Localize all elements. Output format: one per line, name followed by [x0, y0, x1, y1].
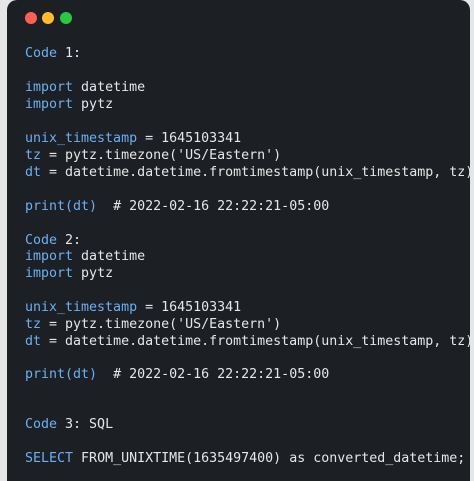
import-datetime-1: import datetime — [25, 79, 145, 96]
minimize-window-button[interactable] — [42, 12, 54, 24]
code-text: = pytz.timezone('US/Eastern') — [41, 148, 282, 163]
code-text: datetime — [73, 249, 146, 264]
code-2-heading: Code 2: — [25, 232, 81, 249]
keyword-token: print(dt) — [25, 199, 98, 214]
import-pytz-1: import pytz — [25, 96, 113, 113]
title-bar — [7, 0, 470, 38]
code-text: 3: SQL — [57, 417, 114, 432]
tz-1: tz = pytz.timezone('US/Eastern') — [25, 147, 281, 164]
dt-2: dt = datetime.datetime.fromtimestamp(uni… — [25, 333, 470, 350]
code-text: = datetime.datetime.fromtimestamp(unix_t… — [41, 165, 470, 180]
code-text: # 2022-02-16 22:22:21-05:00 — [97, 367, 330, 382]
dt-1: dt = datetime.datetime.fromtimestamp(uni… — [25, 164, 470, 181]
keyword-token: import — [25, 266, 74, 281]
close-window-button[interactable] — [25, 12, 37, 24]
code-text: = pytz.timezone('US/Eastern') — [41, 317, 282, 332]
keyword-token: Code — [25, 417, 58, 432]
keyword-token: print(dt) — [25, 367, 98, 382]
keyword-token: import — [25, 80, 74, 95]
code-text: 2: — [57, 233, 82, 248]
print-dt-1: print(dt) # 2022-02-16 22:22:21-05:00 — [25, 198, 329, 215]
code-text: 1: — [57, 46, 82, 61]
code-text: # 2022-02-16 22:22:21-05:00 — [97, 199, 330, 214]
keyword-token: Code — [25, 233, 58, 248]
sql-select: SELECT FROM_UNIXTIME(1635497400) as conv… — [25, 450, 465, 467]
code-window: Code 1: import datetime import pytz unix_ti… — [7, 0, 470, 481]
code-text: = datetime.datetime.fromtimestamp(unix_t… — [41, 334, 470, 349]
code-text: pytz — [73, 266, 114, 281]
code-3-heading: Code 3: SQL — [25, 416, 113, 433]
unix-timestamp-2: unix_timestamp = 1645103341 — [25, 299, 241, 316]
import-datetime-2: import datetime — [25, 248, 145, 265]
unix-timestamp-1: unix_timestamp = 1645103341 — [25, 130, 241, 147]
keyword-token: tz — [25, 148, 42, 163]
keyword-token: tz — [25, 317, 42, 332]
tz-2: tz = pytz.timezone('US/Eastern') — [25, 316, 281, 333]
keyword-token: dt — [25, 334, 42, 349]
keyword-token: import — [25, 97, 74, 112]
keyword-token: Code — [25, 46, 58, 61]
code-text: = 1645103341 — [137, 300, 242, 315]
print-dt-2: print(dt) # 2022-02-16 22:22:21-05:00 — [25, 366, 329, 383]
import-pytz-2: import pytz — [25, 265, 113, 282]
code-text: = 1645103341 — [137, 131, 242, 146]
keyword-token: SELECT — [25, 451, 74, 466]
keyword-token: dt — [25, 165, 42, 180]
code-text: pytz — [73, 97, 114, 112]
code-text: FROM_UNIXTIME(1635497400) as converted_d… — [73, 451, 466, 466]
keyword-token: unix_timestamp — [25, 131, 138, 146]
keyword-token: import — [25, 249, 74, 264]
maximize-window-button[interactable] — [60, 12, 72, 24]
keyword-token: unix_timestamp — [25, 300, 138, 315]
code-1-heading: Code 1: — [25, 45, 81, 62]
code-text: datetime — [73, 80, 146, 95]
